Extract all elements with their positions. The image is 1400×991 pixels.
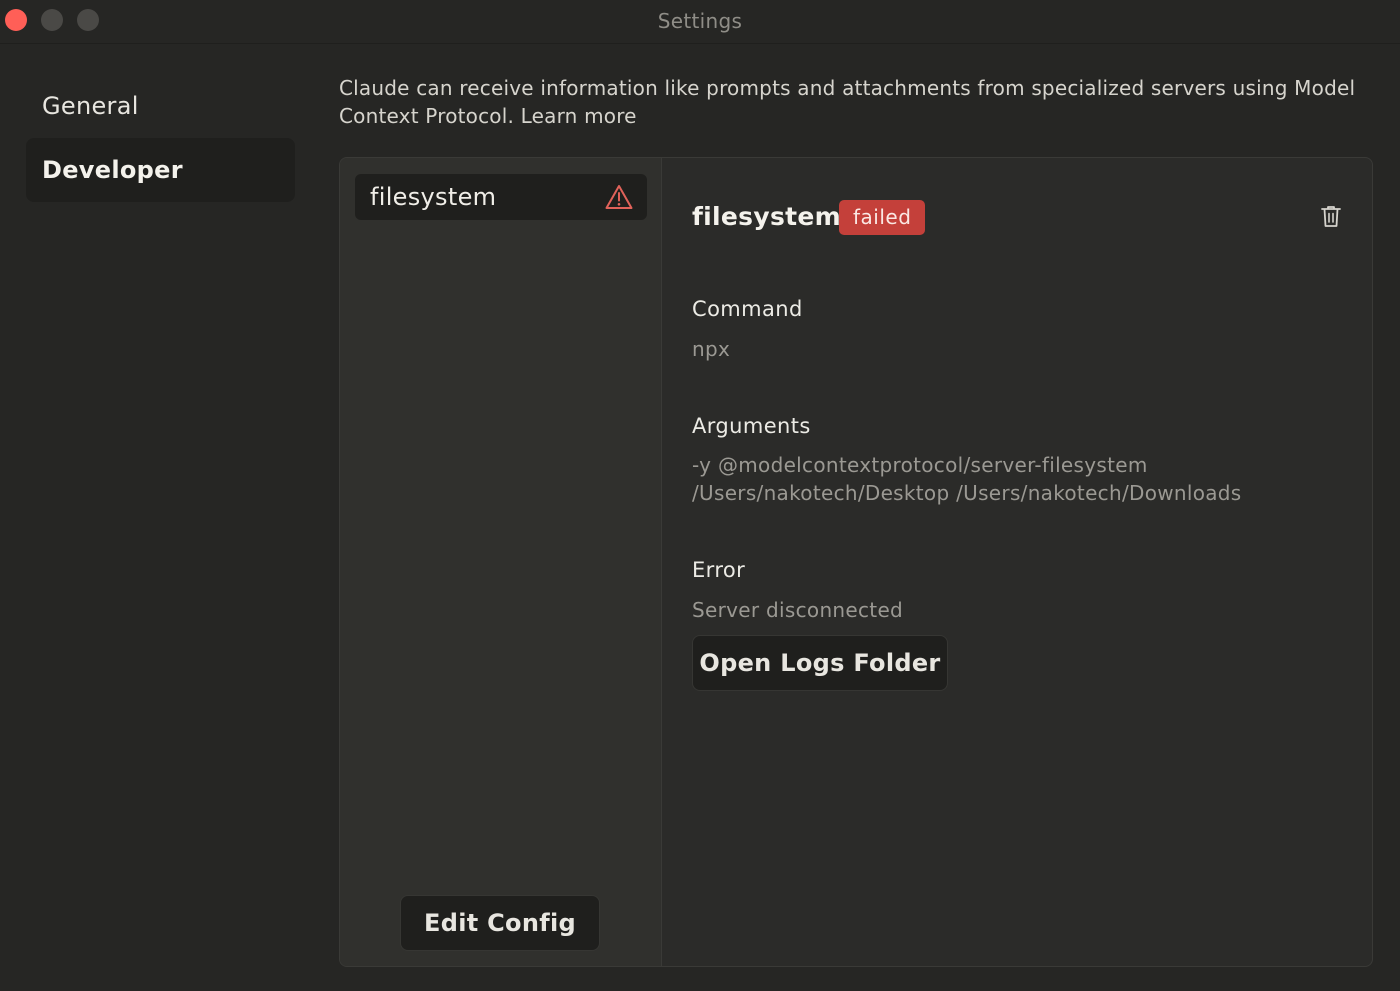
intro-text: Claude can receive information like prom…: [339, 76, 1356, 128]
window-title: Settings: [657, 9, 743, 33]
server-item-label: filesystem: [370, 183, 497, 211]
error-label: Error: [692, 558, 746, 582]
open-logs-folder-button[interactable]: Open Logs Folder: [692, 635, 948, 691]
command-value: npx: [692, 337, 731, 361]
title-bar: Settings: [0, 0, 1400, 44]
edit-config-button[interactable]: Edit Config: [400, 895, 600, 951]
error-value: Server disconnected: [692, 598, 904, 622]
trash-icon[interactable]: [1320, 204, 1342, 228]
command-label: Command: [692, 297, 803, 321]
arguments-label: Arguments: [692, 414, 811, 438]
settings-nav: General Developer: [26, 74, 295, 202]
arguments-value: -y @modelcontextprotocol/server-filesyst…: [692, 453, 1242, 505]
settings-window: Settings General Developer Claude can re…: [0, 0, 1400, 991]
nav-item-developer[interactable]: Developer: [26, 138, 295, 202]
developer-panel: filesystem Edit Config filesystem failed…: [339, 157, 1373, 967]
warning-icon: [605, 185, 633, 209]
status-badge: failed: [839, 200, 926, 235]
server-name-heading: filesystem: [692, 202, 841, 231]
server-list: filesystem Edit Config: [340, 158, 662, 966]
server-item-filesystem[interactable]: filesystem: [355, 174, 647, 220]
server-detail: filesystem failed Command npx Arguments …: [663, 158, 1372, 966]
nav-item-general[interactable]: General: [26, 74, 295, 138]
